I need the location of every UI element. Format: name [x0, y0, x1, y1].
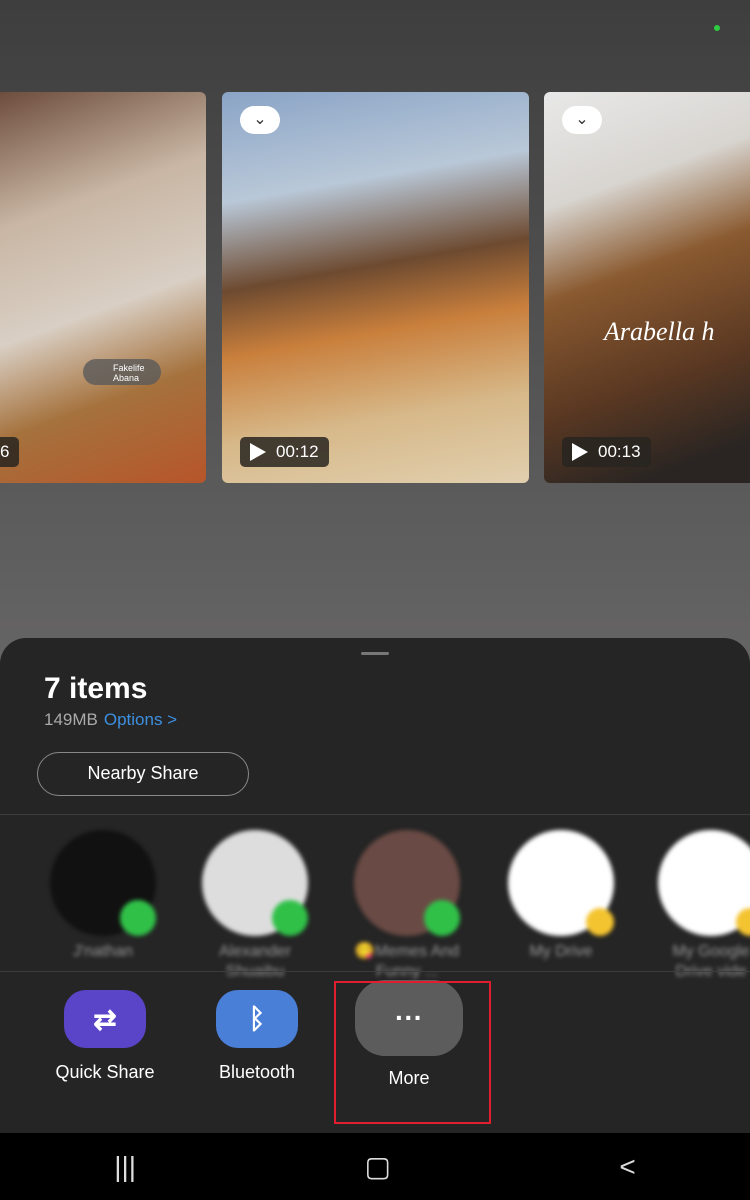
navigation-bar: ||| ▢ <	[0, 1133, 750, 1200]
contact-name: 😋Memes And Funny ...	[354, 943, 460, 980]
play-icon	[250, 443, 266, 461]
contact-item[interactable]: My Drive	[506, 830, 616, 962]
duration-badge: 00:12	[240, 437, 329, 467]
quick-share-icon: ⇄	[64, 990, 146, 1048]
item-count-title: 7 items	[44, 672, 148, 705]
contact-item[interactable]: My Google Drive vide	[656, 830, 750, 982]
drag-handle[interactable]	[361, 652, 389, 655]
avatar	[50, 830, 156, 936]
contact-name: J'nathan	[73, 943, 133, 960]
status-indicator	[714, 25, 720, 31]
music-title: Fakelife	[113, 363, 145, 373]
google-drive-icon	[736, 908, 750, 936]
avatar	[202, 830, 308, 936]
share-sheet: 7 items 149MB Options > Nearby Share J'na…	[0, 638, 750, 1133]
bluetooth-button[interactable]: ᛒ Bluetooth	[187, 990, 327, 1083]
contact-item[interactable]: 😋Memes And Funny ...	[352, 830, 462, 982]
video-caption: Arabella h	[604, 317, 715, 346]
music-artist: Abana	[113, 373, 140, 383]
recents-icon[interactable]: |||	[114, 1151, 136, 1183]
media-thumbnail[interactable]: ⌄ 00:12	[222, 92, 529, 483]
quick-share-button[interactable]: ⇄ Quick Share	[35, 990, 175, 1083]
size-row: 149MB Options >	[44, 710, 177, 730]
duration-badge: 00:13	[562, 437, 651, 467]
media-thumbnail[interactable]: Fakelife Abana 6	[0, 92, 206, 483]
duration-badge: 6	[0, 437, 20, 467]
back-icon[interactable]: <	[619, 1151, 635, 1183]
duration-text: 00:13	[598, 442, 641, 461]
whatsapp-icon	[272, 900, 308, 936]
app-label: Quick Share	[55, 1062, 155, 1082]
duration-text: 6	[0, 442, 10, 461]
google-drive-icon	[586, 908, 614, 936]
contact-item[interactable]: Alexander Shuaibu	[200, 830, 310, 982]
media-thumbnail[interactable]: ⌄ Arabella h 00:13	[544, 92, 750, 483]
options-link[interactable]: Options >	[104, 710, 177, 729]
bluetooth-icon: ᛒ	[216, 990, 298, 1048]
contact-name: My Google Drive vide	[672, 943, 750, 980]
nearby-share-button[interactable]: Nearby Share	[37, 752, 249, 796]
total-size: 149MB	[44, 710, 98, 729]
divider	[0, 971, 750, 972]
avatar	[354, 830, 460, 936]
highlight-box	[334, 981, 491, 1124]
checkmark-icon[interactable]: ⌄	[562, 106, 602, 134]
folder-icon	[508, 830, 614, 936]
whatsapp-icon	[424, 900, 460, 936]
checkmark-icon[interactable]: ⌄	[240, 106, 280, 134]
play-icon	[572, 443, 588, 461]
whatsapp-icon	[120, 900, 156, 936]
contact-name: Alexander Shuaibu	[218, 943, 292, 980]
contact-item[interactable]: J'nathan	[48, 830, 158, 962]
divider	[0, 814, 750, 815]
music-tag: Fakelife Abana	[83, 359, 161, 385]
duration-text: 00:12	[276, 442, 319, 461]
contact-name: My Drive	[529, 943, 593, 960]
home-icon[interactable]: ▢	[364, 1150, 390, 1183]
app-label: Bluetooth	[218, 1062, 296, 1082]
folder-icon	[658, 830, 750, 936]
